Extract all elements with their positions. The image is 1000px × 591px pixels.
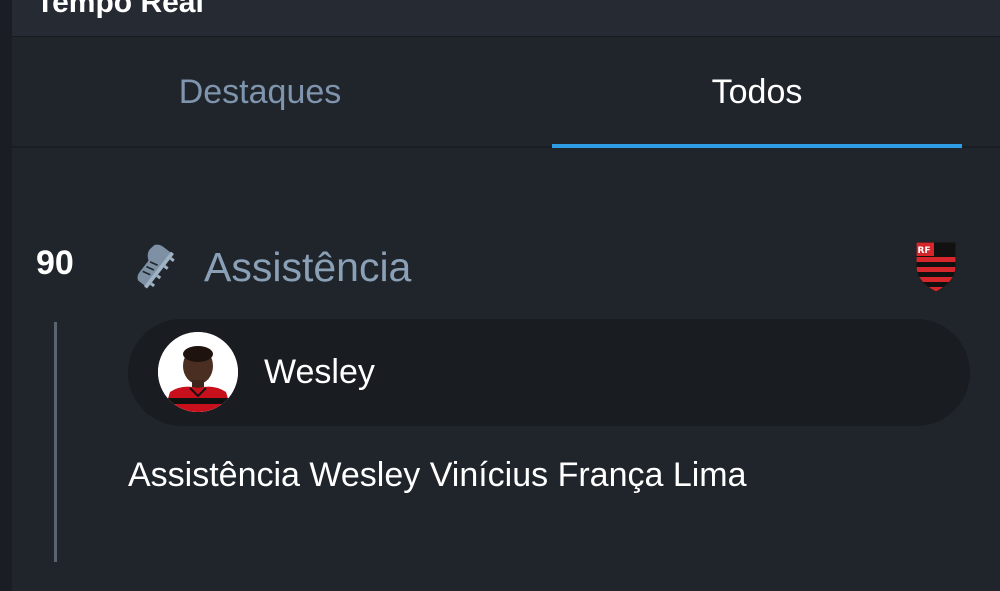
football-cleat-icon xyxy=(137,244,175,289)
player-avatar xyxy=(158,332,238,412)
event-minute: 90 xyxy=(36,244,74,282)
active-tab-indicator xyxy=(552,144,962,148)
player-name: Wesley xyxy=(264,353,375,391)
top-header: Tempo Real xyxy=(12,0,1000,37)
tab-bar: Destaques Todos xyxy=(12,38,1000,148)
flamengo-crest-icon: RF xyxy=(915,241,957,293)
live-feed-screen: Tempo Real Destaques Todos 90 Assistênci… xyxy=(0,0,1000,591)
player-chip[interactable]: Wesley xyxy=(128,319,970,426)
event-type-title: Assistência xyxy=(204,244,412,290)
header-title: Tempo Real xyxy=(36,0,204,19)
player-photo xyxy=(158,332,238,412)
tab-todos[interactable]: Todos xyxy=(552,38,962,146)
svg-text:RF: RF xyxy=(917,246,930,256)
event-description: Assistência Wesley Vinícius França Lima xyxy=(128,456,747,494)
tab-destaques[interactable]: Destaques xyxy=(12,38,508,146)
timeline-line xyxy=(54,322,57,562)
left-rail xyxy=(0,0,12,591)
